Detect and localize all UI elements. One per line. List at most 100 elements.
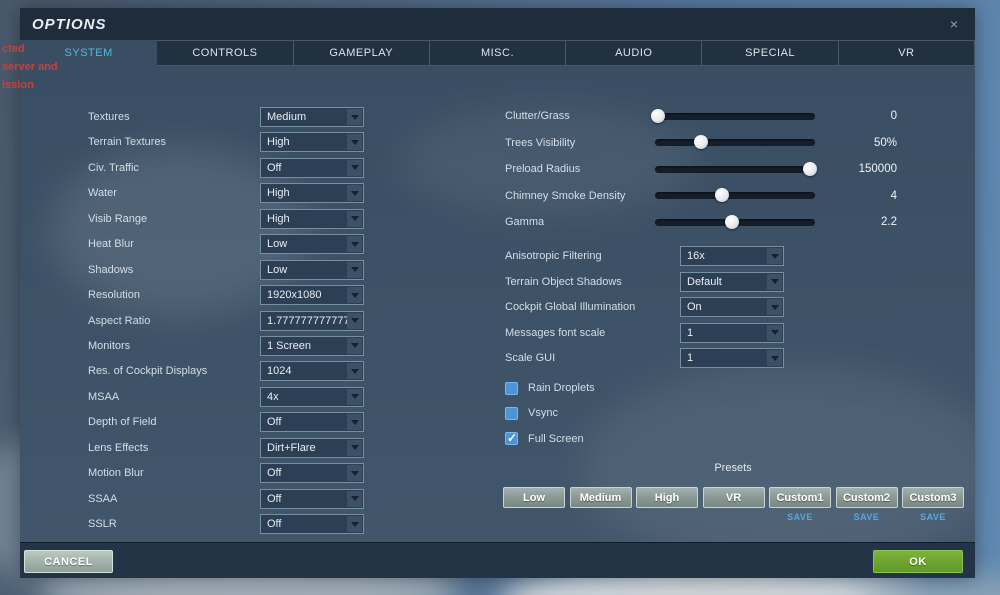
checkbox-row-rain-droplets[interactable]: Rain Droplets [505,380,595,396]
scale-gui-dropdown[interactable]: 1 [680,348,784,368]
depth-of-field-dropdown[interactable]: Off [260,412,364,433]
ok-button[interactable]: OK [873,550,963,573]
gamma-slider-handle[interactable] [724,214,739,229]
chevron-down-icon[interactable] [347,516,362,532]
chevron-down-icon[interactable] [347,388,362,405]
checkbox-row-vsync[interactable]: Vsync [505,405,595,421]
sslr-dropdown[interactable]: Off [260,514,364,534]
resolution-dropdown[interactable]: 1920x1080 [260,285,364,306]
chevron-down-icon[interactable] [347,236,362,253]
dropdown-selected-value: 16x [687,250,705,262]
water-dropdown[interactable]: High [260,183,364,204]
checkbox-row-full-screen[interactable]: Full Screen [505,431,595,447]
setting-row-depth-of-field: Depth of Field Off [88,412,364,433]
dropdown-selected-value: Low [267,263,288,276]
aspect-ratio-dropdown[interactable]: 1.7777777777778 [260,310,364,331]
res-of-cockpit-displays-dropdown[interactable]: 1024 [260,361,364,382]
vsync-checkbox[interactable] [505,406,518,420]
clutter-grass-slider-handle[interactable] [651,108,666,123]
preset-button-high[interactable]: High [636,487,698,508]
cancel-button[interactable]: CANCEL [24,550,113,573]
tab-controls[interactable]: CONTROLS [157,40,294,66]
chevron-down-icon[interactable] [347,134,362,151]
chimney-smoke-density-slider-handle[interactable] [715,188,730,203]
save-preset-link[interactable]: SAVE [902,512,964,522]
chevron-down-icon[interactable] [347,287,362,304]
chevron-down-icon[interactable] [347,465,362,482]
chevron-down-icon[interactable] [347,210,362,227]
dropdown-selected-value: 1920x1080 [267,289,322,302]
preload-radius-slider-track[interactable] [655,161,818,176]
preset-button-custom2[interactable]: Custom2 [835,487,898,508]
dropdown-selected-value: Off [267,161,282,174]
setting-label: Resolution [88,289,140,302]
anisotropic-filtering-dropdown[interactable]: 16x [680,246,784,266]
setting-label: Lens Effects [88,441,149,454]
chevron-down-icon[interactable] [767,273,782,290]
full-screen-checkbox[interactable] [505,431,518,446]
tab-misc[interactable]: MISC. [429,40,567,66]
tab-special[interactable]: SPECIAL [702,40,839,66]
chevron-down-icon[interactable] [347,363,362,380]
chevron-down-icon[interactable] [767,324,782,341]
visib-range-dropdown[interactable]: High [260,208,364,229]
chevron-down-icon[interactable] [347,109,362,125]
ssaa-dropdown[interactable]: Off [260,488,364,509]
rain-droplets-checkbox[interactable] [505,381,518,395]
dropdown-selected-value: Off [267,518,282,530]
motion-blur-dropdown[interactable]: Off [260,463,364,484]
chevron-down-icon[interactable] [347,439,362,456]
gamma-slider-track[interactable] [655,214,815,229]
dropdown-selected-value: High [267,212,290,225]
chevron-down-icon[interactable] [347,337,362,354]
tab-audio[interactable]: AUDIO [566,40,703,66]
setting-label: Anisotropic Filtering [505,250,602,262]
checkbox-label: Full Screen [528,432,584,445]
setting-label: Monitors [88,339,131,352]
chevron-down-icon[interactable] [347,312,362,329]
msaa-dropdown[interactable]: 4x [260,386,364,407]
trees-visibility-slider-handle[interactable] [694,135,709,150]
preset-button-custom1[interactable]: Custom1 [769,487,831,508]
chevron-down-icon[interactable] [347,185,362,202]
preset-button-custom3[interactable]: Custom3 [902,487,964,508]
terrain-object-shadows-dropdown[interactable]: Default [680,271,784,292]
options-dialog: OPTIONS × SYSTEM CONTROLS GAMEPLAY MISC. AUD… [20,8,975,578]
clutter-grass-slider-track[interactable] [651,108,815,123]
textures-dropdown[interactable]: Medium [260,107,364,127]
preset-button-low[interactable]: Low [503,487,565,508]
cockpit-global-illumination-dropdown[interactable]: On [680,297,784,317]
save-preset-link[interactable]: SAVE [769,512,831,522]
dropdown-selected-value: Medium [267,111,307,123]
terrain-textures-dropdown[interactable]: High [260,132,364,153]
trees-visibility-slider-track[interactable] [655,135,815,150]
chevron-down-icon[interactable] [347,490,362,507]
chevron-down-icon[interactable] [347,414,362,431]
chevron-down-icon[interactable] [347,261,362,278]
close-icon[interactable]: × [946,16,962,32]
chimney-smoke-density-slider-track[interactable] [655,188,815,203]
preset-button-vr[interactable]: VR [702,487,765,508]
background-warning-line: server and [2,61,58,73]
preload-radius-slider-handle[interactable] [803,161,818,176]
lens-effects-dropdown[interactable]: Dirt+Flare [260,437,364,458]
dropdown-selected-value: 1 [687,352,694,364]
setting-row-cockpit-global-illumination: Cockpit Global Illumination On [505,297,784,317]
heat-blur-dropdown[interactable]: Low [260,234,364,255]
preset-button-medium[interactable]: Medium [569,487,632,508]
save-preset-link[interactable]: SAVE [836,512,898,522]
presets-title: Presets [714,462,752,474]
tab-vr[interactable]: VR [838,40,975,66]
monitors-dropdown[interactable]: 1 Screen [260,335,364,356]
shadows-dropdown[interactable]: Low [260,259,364,280]
tab-gameplay[interactable]: GAMEPLAY [293,40,430,66]
chevron-down-icon[interactable] [767,299,782,315]
chevron-down-icon[interactable] [767,350,782,366]
messages-font-scale-dropdown[interactable]: 1 [680,322,784,343]
chevron-down-icon[interactable] [347,159,362,176]
civ-traffic-dropdown[interactable]: Off [260,157,364,178]
setting-row-sslr: SSLR Off [88,514,364,534]
setting-row-monitors: Monitors 1 Screen [88,335,364,356]
chevron-down-icon[interactable] [767,248,782,264]
setting-row-scale-gui: Scale GUI 1 [505,348,784,368]
